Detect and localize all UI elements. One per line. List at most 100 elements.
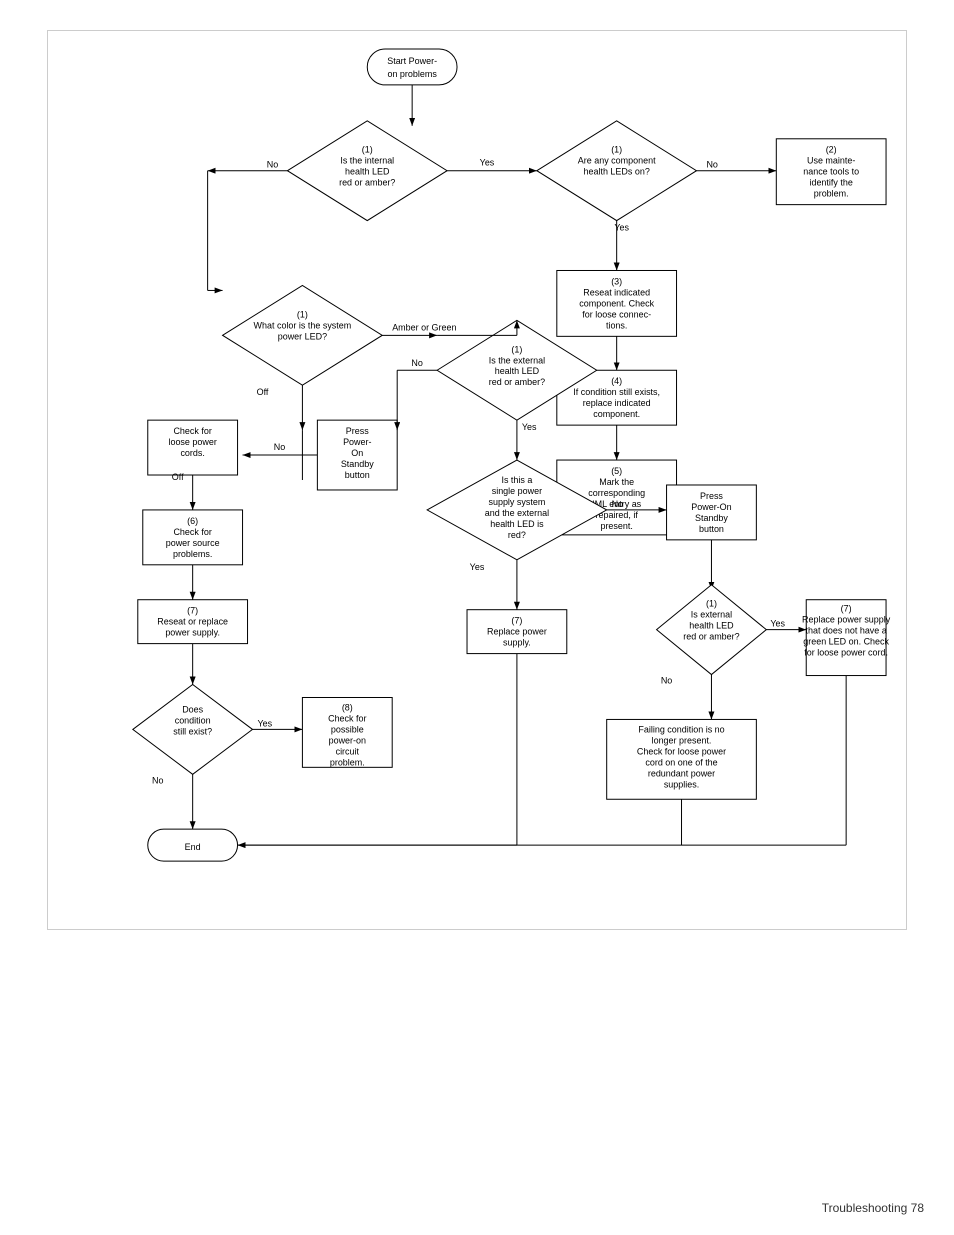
b4-label1: If condition still exists, — [573, 387, 660, 397]
failing-label4: redundant power — [648, 768, 715, 778]
page-container: text { font-family: Arial, sans-serif; f… — [0, 0, 954, 1235]
b7-replace2-label0: (7) — [511, 616, 522, 626]
qsinglepsu-yes-label: Yes — [470, 562, 485, 572]
b6-label0: (6) — [187, 516, 198, 526]
failing-label0: Failing condition is no — [638, 724, 724, 734]
b2-label2: nance tools to — [803, 167, 859, 177]
b8-label0: (8) — [342, 702, 353, 712]
b3-label3: for loose connec- — [582, 309, 651, 319]
b7-psu-label2: that does not have a — [805, 626, 886, 636]
b6-label2: power source — [166, 538, 220, 548]
press1-label4: button — [345, 470, 370, 480]
b5-label0: (5) — [611, 466, 622, 476]
b3-label4: tions. — [606, 320, 627, 330]
b7-psu-label0: (7) — [841, 604, 852, 614]
b8-label1: Check for — [328, 713, 366, 723]
b2-label4: problem. — [814, 189, 849, 199]
q2-label0: (1) — [611, 145, 622, 155]
qcolor-label2: power LED? — [278, 331, 327, 341]
q2-label1: Are any component — [578, 156, 656, 166]
qdoes-label1: condition — [175, 715, 211, 725]
b7-reseat-label1: Reseat or replace — [157, 617, 228, 627]
q1-label3: red or amber? — [339, 178, 395, 188]
q2-no-label: No — [706, 160, 717, 170]
q1-label1: Is the internal — [340, 156, 394, 166]
b8-label4: circuit — [336, 746, 360, 756]
b7-psu-label1: Replace power supply — [802, 615, 891, 625]
press1-label3: Standby — [341, 459, 374, 469]
qextled2-label2: health LED — [689, 621, 734, 631]
qextled-label3: red or amber? — [489, 377, 545, 387]
failing-label5: supplies. — [664, 779, 699, 789]
q1-label2: health LED — [345, 167, 390, 177]
qextled2-yes-label: Yes — [770, 619, 785, 629]
qsinglepsu-label3: and the external — [485, 508, 549, 518]
qcolor-label0: (1) — [297, 309, 308, 319]
check-loose-label1: loose power — [168, 437, 216, 447]
b2-label0: (2) — [826, 145, 837, 155]
qsinglepsu-label2: supply system — [488, 497, 545, 507]
press1-no-label: No — [274, 442, 285, 452]
b5-label1: Mark the — [599, 477, 634, 487]
b7-replace2-label1: Replace power — [487, 627, 547, 637]
b3-label1: Reseat indicated — [583, 287, 650, 297]
press1-label1: Power- — [343, 437, 371, 447]
b7-replace2-label2: supply. — [503, 638, 531, 648]
b6-label1: Check for — [173, 527, 211, 537]
qcolor-label1: What color is the system — [254, 320, 352, 330]
qextled2-label3: red or amber? — [683, 632, 739, 642]
qsinglepsu-label1: single power — [492, 486, 542, 496]
b4-label3: component. — [593, 409, 640, 419]
failing-label3: cord on one of the — [645, 757, 717, 767]
b5-label5: present. — [600, 521, 632, 531]
flowchart-area: text { font-family: Arial, sans-serif; f… — [47, 30, 907, 930]
qextled-yes-label: Yes — [522, 422, 537, 432]
q1-yes-label: Yes — [480, 158, 495, 168]
press2-label0: Press — [700, 491, 723, 501]
b7-reseat-label2: power supply. — [165, 628, 220, 638]
b7-psu-label4: for loose power cord. — [804, 648, 888, 658]
footer-text: Troubleshooting 78 — [822, 1201, 924, 1215]
start-node — [367, 49, 457, 85]
failing-label1: longer present. — [652, 735, 712, 745]
b4-label0: (4) — [611, 376, 622, 386]
b4-label2: replace indicated — [583, 398, 651, 408]
b7-psu-label3: green LED on. Check — [803, 637, 889, 647]
press1-label2: On — [351, 448, 363, 458]
press2-label2: Standby — [695, 513, 728, 523]
b2-label1: Use mainte- — [807, 156, 855, 166]
start-label: Start Power- — [387, 56, 437, 66]
press1-label0: Press — [346, 426, 369, 436]
b6-label3: problems. — [173, 549, 212, 559]
qextled2-label0: (1) — [706, 599, 717, 609]
qsinglepsu-no-label: No — [612, 499, 623, 509]
press2-label3: button — [699, 524, 724, 534]
b8-label2: possible — [331, 724, 364, 734]
check-off-label: Off — [172, 472, 184, 482]
end-label: End — [185, 842, 201, 852]
press2-label1: Power-On — [691, 502, 731, 512]
q1-no-label: No — [267, 160, 278, 170]
qextled2-label1: Is external — [691, 610, 732, 620]
b8-label5: problem. — [330, 757, 365, 767]
qextled-label1: Is the external — [489, 355, 545, 365]
qdoes-label0: Does — [182, 704, 203, 714]
qextled2-no-label: No — [661, 676, 672, 686]
b3-label0: (3) — [611, 276, 622, 286]
qextled-label2: health LED — [495, 366, 540, 376]
q2-label2: health LEDs on? — [584, 167, 650, 177]
q1-label0: (1) — [362, 145, 373, 155]
qsinglepsu-label5: red? — [508, 530, 526, 540]
qcolor-amber-label: Amber or Green — [392, 322, 456, 332]
check-loose-label2: cords. — [180, 448, 204, 458]
qcolor-off-label: Off — [257, 387, 269, 397]
b3-label2: component. Check — [579, 298, 654, 308]
b8-label3: power-on — [329, 735, 366, 745]
failing-label2: Check for loose power — [637, 746, 726, 756]
qdoes-label2: still exist? — [173, 726, 212, 736]
flowchart-svg: text { font-family: Arial, sans-serif; f… — [48, 31, 906, 929]
page-footer: Troubleshooting 78 — [822, 1201, 924, 1215]
qextled-no-label: No — [411, 358, 422, 368]
b5-label2: corresponding — [588, 488, 645, 498]
qsinglepsu-label0: Is this a — [501, 475, 532, 485]
